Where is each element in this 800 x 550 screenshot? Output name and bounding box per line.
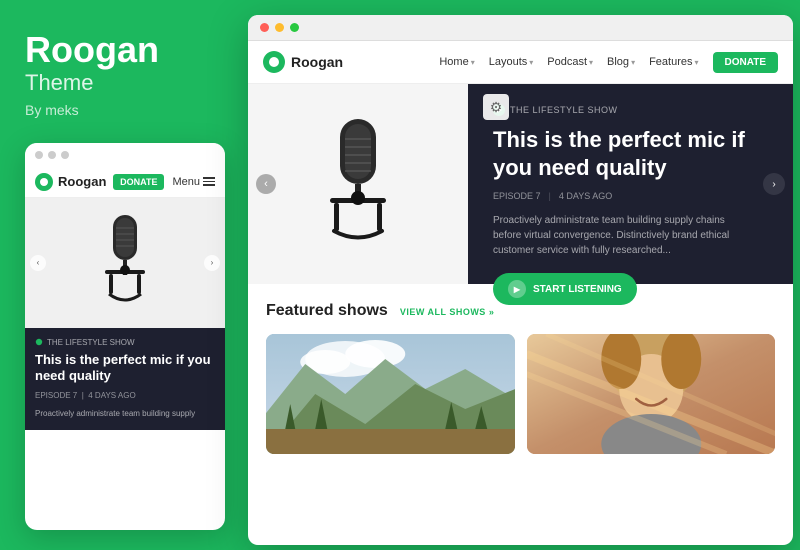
nav-layouts[interactable]: Layouts ▾ <box>489 56 534 68</box>
hero-prev-button[interactable]: ‹ <box>256 174 276 194</box>
mobile-logo: Roogan <box>35 173 106 191</box>
hero-description: Proactively administrate team building s… <box>493 213 753 258</box>
nav-home[interactable]: Home ▾ <box>439 56 474 68</box>
mountains-image <box>266 334 515 454</box>
mobile-preview-card: Roogan DONATE Menu ‹ <box>25 143 225 530</box>
mobile-donate-button[interactable]: DONATE <box>113 174 164 190</box>
browser-window: Roogan Home ▾ Layouts ▾ Podcast ▾ Blog ▾… <box>248 15 793 545</box>
play-icon: ▶ <box>508 280 526 298</box>
browser-minimize-dot <box>275 23 284 32</box>
hero-title: This is the perfect mic if you need qual… <box>493 126 773 181</box>
left-panel: Roogan Theme By meks Roogan DONATE Menu <box>0 0 250 550</box>
site-logo: Roogan <box>263 51 343 73</box>
featured-section: Featured shows VIEW ALL SHOWS » <box>248 284 793 469</box>
person-photo <box>527 334 776 454</box>
mobile-content: THE LIFESTYLE SHOW This is the perfect m… <box>25 328 225 430</box>
browser-topbar <box>248 15 793 41</box>
mobile-logo-circle <box>35 173 53 191</box>
hero-show-label: THE LIFESTYLE SHOW <box>493 104 773 116</box>
mobile-next-button[interactable]: › <box>204 255 220 271</box>
show-card-mountains[interactable] <box>266 334 515 454</box>
nav-podcast[interactable]: Podcast ▾ <box>547 56 593 68</box>
mobile-hero-title: This is the perfect mic if you need qual… <box>35 352 215 386</box>
brand-subtitle: Theme <box>25 70 225 96</box>
mobile-prev-button[interactable]: ‹ <box>30 255 46 271</box>
person-image <box>527 334 776 454</box>
start-listening-button[interactable]: ▶ START LISTENING <box>493 273 637 305</box>
nav-blog[interactable]: Blog ▾ <box>607 56 635 68</box>
site-nav: Roogan Home ▾ Layouts ▾ Podcast ▾ Blog ▾… <box>248 41 793 84</box>
mobile-dot-2 <box>48 151 56 159</box>
view-all-link[interactable]: VIEW ALL SHOWS » <box>400 307 495 317</box>
hero-text: THE LIFESTYLE SHOW This is the perfect m… <box>468 84 793 284</box>
mobile-menu-button[interactable]: Menu <box>172 176 215 188</box>
mobile-topbar <box>25 143 225 167</box>
mobile-dot-1 <box>35 151 43 159</box>
site-logo-text: Roogan <box>291 54 343 70</box>
mobile-hero-image: ‹ › <box>25 198 225 328</box>
mobile-logo-text: Roogan <box>58 174 106 189</box>
browser-close-dot <box>260 23 269 32</box>
nav-features[interactable]: Features ▾ <box>649 56 698 68</box>
brand-author: By meks <box>25 102 225 118</box>
show-card-person[interactable] <box>527 334 776 454</box>
mobile-nav: Roogan DONATE Menu <box>25 167 225 198</box>
mobile-hero-desc: Proactively administrate team building s… <box>35 408 215 419</box>
hero-section: ⚙ ‹ <box>248 84 793 284</box>
shows-grid <box>266 334 775 454</box>
mobile-dot-3 <box>61 151 69 159</box>
browser-maximize-dot <box>290 23 299 32</box>
mic-image <box>95 210 155 315</box>
mobile-hero-meta: EPISODE 7 | 4 DAYS AGO <box>35 391 215 400</box>
site-donate-button[interactable]: DONATE <box>713 52 778 73</box>
brand-title: Roogan <box>25 30 225 70</box>
site-logo-circle <box>263 51 285 73</box>
hero-meta: EPISODE 7 | 4 DAYS AGO <box>493 191 773 201</box>
hero-next-button[interactable]: › <box>763 173 785 195</box>
nav-items: Home ▾ Layouts ▾ Podcast ▾ Blog ▾ Featur… <box>439 52 778 73</box>
mobile-show-label: THE LIFESTYLE SHOW <box>35 338 215 347</box>
mobile-nav-right: DONATE Menu <box>113 174 215 190</box>
hero-mic-image <box>318 114 398 254</box>
featured-title: Featured shows <box>266 302 388 320</box>
hero-image: ‹ <box>248 84 468 284</box>
hamburger-icon <box>203 177 215 186</box>
settings-icon[interactable]: ⚙ <box>483 94 509 120</box>
